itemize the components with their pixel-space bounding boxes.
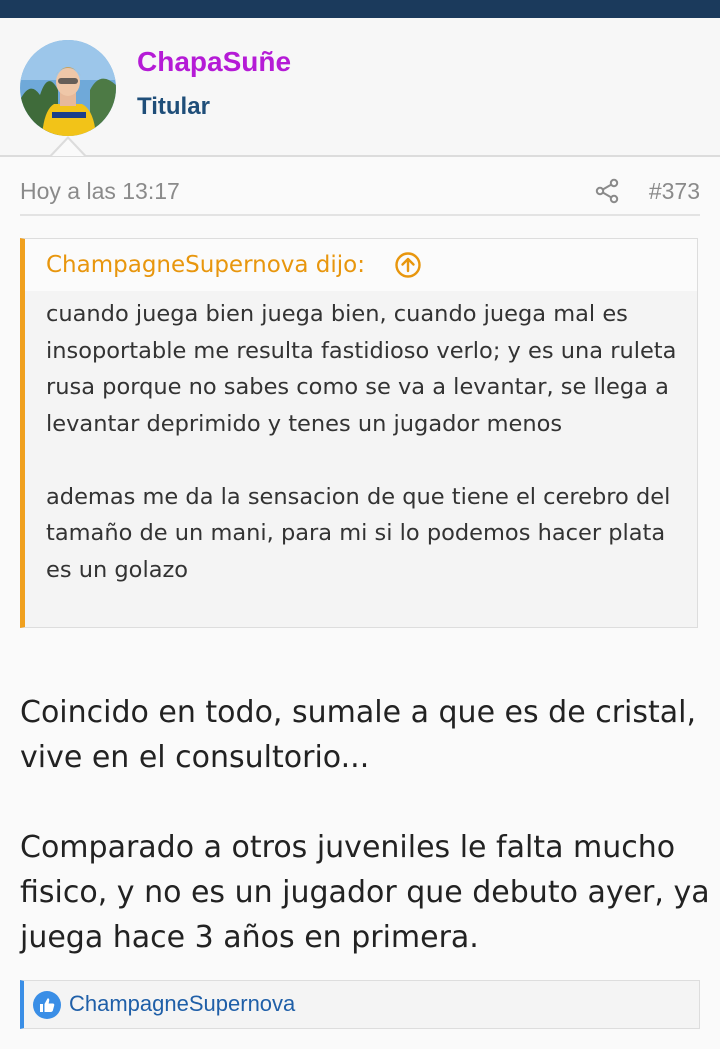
avatar-photo [20, 40, 116, 136]
post-number[interactable]: #373 [649, 176, 700, 206]
post-date[interactable]: Hoy a las 13:17 [20, 176, 180, 206]
avatar[interactable] [20, 40, 116, 136]
quote-content: cuando juega bien juega bien, cuando jue… [46, 296, 686, 588]
username[interactable]: ChapaSuñe [137, 45, 291, 79]
header-pointer-fill [52, 139, 84, 156]
post-message: Coincido en todo, sumale a que es de cri… [20, 690, 710, 960]
arrow-up-circle-icon[interactable] [394, 251, 422, 279]
quote-paragraph: cuando juega bien juega bien, cuando jue… [46, 301, 677, 437]
reaction-user-link[interactable]: ChampagneSupernova [69, 989, 295, 1019]
like-icon [33, 991, 61, 1019]
share-icon[interactable] [594, 178, 620, 204]
post-meta: Hoy a las 13:17 #373 [20, 176, 700, 216]
message-paragraph: Comparado a otros juveniles le falta muc… [20, 830, 710, 955]
quote-header: ChampagneSupernova dijo: [25, 239, 697, 291]
reactions-bar: ChampagneSupernova [20, 980, 700, 1029]
quote-block: ChampagneSupernova dijo: cuando juega bi… [20, 238, 698, 628]
message-paragraph: Coincido en todo, sumale a que es de cri… [20, 695, 697, 775]
user-header: ChapaSuñe Titular [0, 18, 720, 157]
quote-author[interactable]: ChampagneSupernova dijo: [46, 249, 365, 281]
top-navigation-bar [0, 0, 720, 18]
quote-paragraph: ademas me da la sensacion de que tiene e… [46, 483, 671, 583]
user-title: Titular [137, 93, 210, 120]
